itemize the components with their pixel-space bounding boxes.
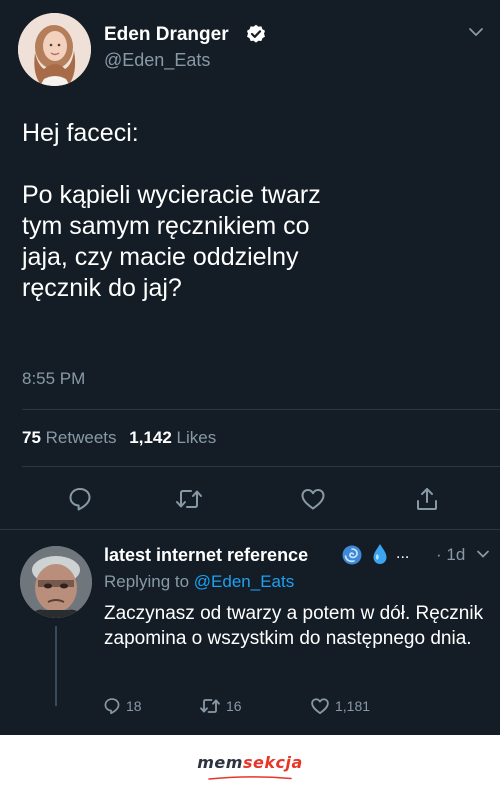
site-logo[interactable]: memsekcja	[0, 753, 500, 772]
likes-count[interactable]: 1,142	[129, 428, 172, 447]
author-avatar-image	[18, 13, 91, 86]
tweet-timestamp[interactable]: 8:55 PM	[22, 369, 85, 389]
reply-reply-button[interactable]: 18	[103, 695, 142, 717]
cyclone-emoji-icon	[342, 545, 362, 565]
reply-icon	[69, 488, 91, 511]
reply-timestamp[interactable]: · 1d	[436, 545, 465, 565]
author-name[interactable]: Eden Dranger	[104, 24, 229, 46]
footer: memsekcja	[0, 735, 500, 795]
share-icon	[417, 488, 437, 510]
author-handle[interactable]: @Eden_Eats	[104, 50, 210, 71]
reply-retweet-count: 16	[226, 698, 242, 714]
tweet-text-line: Po kąpieli wycieracie twarz	[22, 181, 321, 209]
reply-like-button[interactable]: 1,181	[310, 695, 370, 717]
tweet-text-line: ręcznik do jaj?	[22, 274, 182, 302]
reply-icon	[104, 698, 120, 715]
tweet-text: Hej faceci: Po kąpieli wycieracie twarz …	[22, 118, 482, 304]
retweet-button[interactable]	[174, 485, 204, 513]
site-logo-part1: mem	[197, 753, 243, 772]
retweet-icon	[200, 699, 220, 713]
retweets-count[interactable]: 75	[22, 428, 41, 447]
reply-button[interactable]	[65, 485, 95, 513]
divider	[0, 529, 500, 530]
tweet-stats: 75 Retweets 1,142 Likes	[22, 428, 216, 448]
reply-retweet-button[interactable]: 16	[199, 695, 242, 717]
replying-to: Replying to @Eden_Eats	[104, 572, 294, 592]
author-avatar[interactable]	[18, 13, 91, 86]
verified-badge-icon	[247, 24, 265, 43]
replying-to-handle[interactable]: @Eden_Eats	[194, 572, 294, 591]
thread-line	[55, 626, 57, 706]
divider	[22, 409, 500, 410]
reply-author-avatar-image	[20, 546, 92, 618]
share-button[interactable]	[412, 485, 442, 513]
divider	[22, 466, 500, 467]
reply-author-name[interactable]: latest internet reference	[104, 545, 308, 566]
droplet-emoji-icon	[373, 544, 387, 564]
reply-text: Zaczynasz od twarzy a potem w dół. Ręczn…	[104, 603, 484, 649]
reply-reply-count: 18	[126, 698, 142, 714]
reply-name-ellipsis: ...	[396, 545, 410, 562]
tweet-screen: Eden Dranger @Eden_Eats Hej faceci: Po k…	[0, 0, 500, 735]
like-icon	[311, 698, 329, 715]
retweet-icon	[176, 490, 202, 508]
retweets-label[interactable]: Retweets	[46, 428, 117, 447]
like-button[interactable]	[298, 485, 328, 513]
likes-label[interactable]: Likes	[177, 428, 217, 447]
tweet-text-line: tym samym ręcznikiem co	[22, 212, 310, 240]
like-icon	[301, 489, 325, 510]
logo-underline-icon	[208, 776, 292, 780]
replying-to-label: Replying to	[104, 572, 190, 591]
tweet-text-line: jaja, czy macie oddzielny	[22, 243, 299, 271]
tweet-text-line: Hej faceci:	[22, 119, 139, 147]
reply-author-avatar[interactable]	[20, 546, 92, 618]
chevron-down-icon[interactable]	[468, 26, 484, 38]
chevron-down-icon[interactable]	[476, 549, 490, 559]
site-logo-part2: sekcja	[242, 753, 303, 772]
reply-like-count: 1,181	[335, 698, 371, 714]
